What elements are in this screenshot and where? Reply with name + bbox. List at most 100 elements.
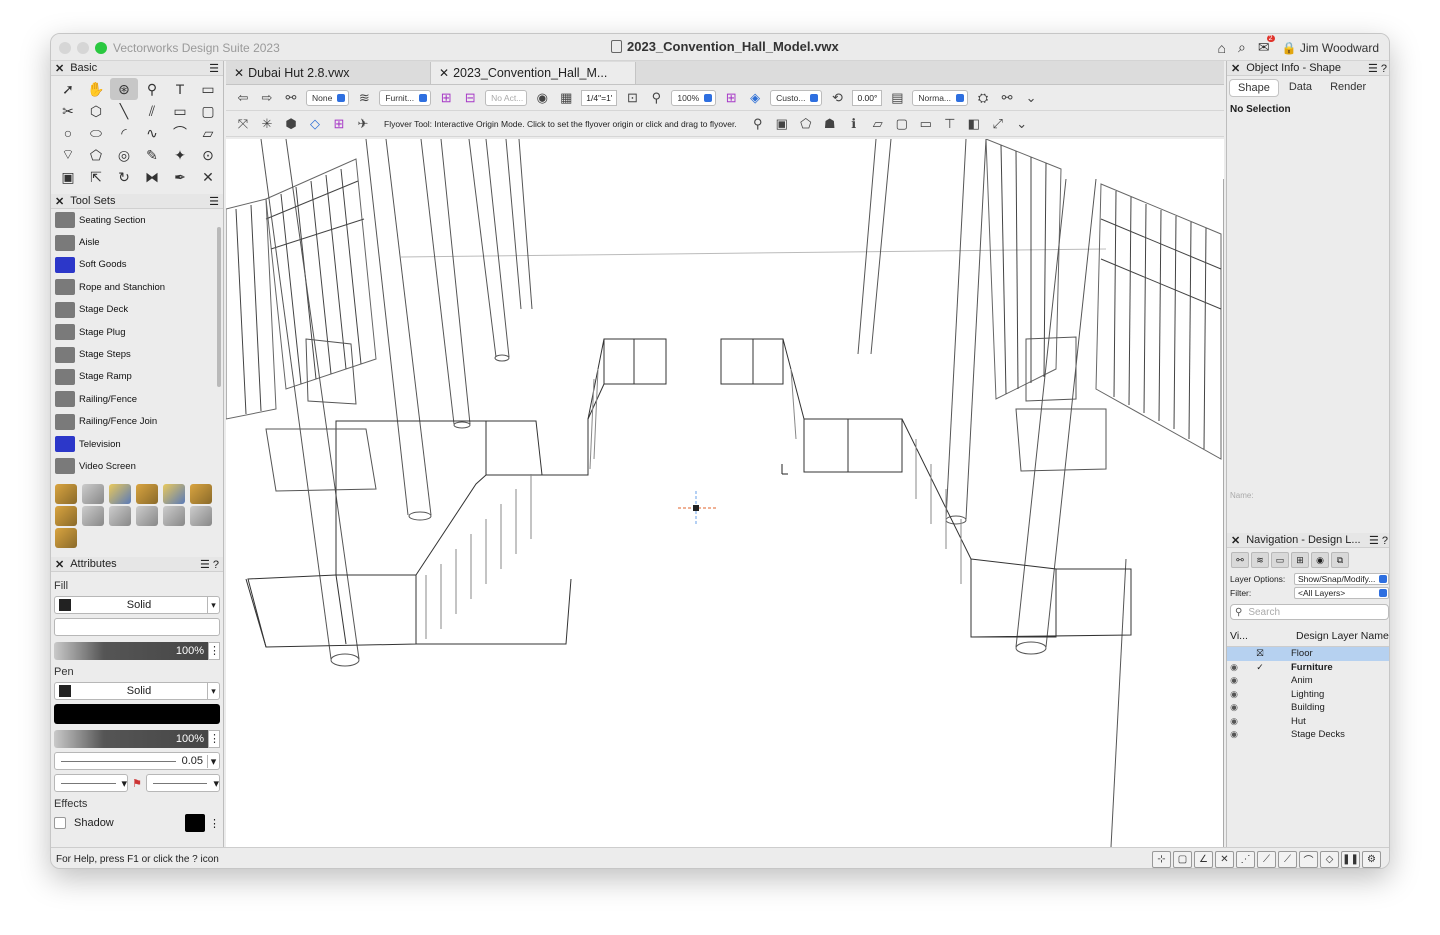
- more-icon[interactable]: ⋮: [208, 730, 220, 748]
- pause-icon[interactable]: ❚❚: [1341, 851, 1360, 868]
- toolset-category-icon[interactable]: [163, 506, 185, 526]
- viewports-icon[interactable]: ⊞: [1291, 552, 1309, 568]
- toolset-item[interactable]: Rope and Stanchion: [51, 276, 223, 298]
- end-marker-select[interactable]: ▾: [145, 774, 220, 792]
- view-select[interactable]: Custo...: [770, 89, 823, 106]
- arc-tool-icon[interactable]: ◜: [110, 122, 138, 144]
- layer-options-select[interactable]: Show/Snap/Modify...: [1294, 573, 1389, 585]
- home-icon[interactable]: ⌂: [1218, 40, 1226, 56]
- flyover-settings-icon[interactable]: ✈: [354, 116, 372, 132]
- shadow-color-swatch[interactable]: [185, 814, 205, 832]
- pen-opacity[interactable]: 100% ⋮: [54, 730, 220, 748]
- binoculars-icon[interactable]: ⚯: [998, 90, 1016, 106]
- back-icon[interactable]: ⇦: [234, 90, 252, 106]
- chevron-down-icon[interactable]: ⌄: [1022, 90, 1040, 106]
- layer-search-input[interactable]: ⚲ Search: [1230, 604, 1389, 620]
- rounded-rectangle-tool-icon[interactable]: ▢: [194, 100, 222, 122]
- close-icon[interactable]: ✕: [55, 62, 64, 75]
- close-icon[interactable]: ✕: [55, 558, 64, 571]
- close-icon[interactable]: ✕: [1231, 62, 1240, 75]
- flyover-tool-icon[interactable]: ⊛: [110, 78, 138, 100]
- toolset-category-icon[interactable]: [136, 506, 158, 526]
- eyedropper-tool-icon[interactable]: ✎: [138, 144, 166, 166]
- double-polyline-tool-icon[interactable]: ⌔: [54, 144, 82, 166]
- search-icon[interactable]: ⌕: [1238, 39, 1246, 56]
- mode-plane-icon[interactable]: ◇: [306, 116, 324, 132]
- line-weight-select[interactable]: 0.05 ▾: [54, 752, 220, 770]
- fill-color-field[interactable]: [54, 618, 220, 636]
- layer-row-building[interactable]: ◉ Building: [1227, 701, 1389, 715]
- snap-edge-icon[interactable]: ⌒: [1299, 851, 1318, 868]
- palette-menu-icon[interactable]: ☰: [209, 62, 219, 75]
- zoom-icon[interactable]: ⚲: [647, 90, 665, 106]
- toolsets-scrollbar[interactable]: [217, 227, 221, 387]
- saved-view-icon[interactable]: ⊞: [437, 90, 455, 106]
- circle-tool-icon[interactable]: ○: [54, 122, 82, 144]
- visibility-column-header[interactable]: Vi...: [1230, 630, 1266, 642]
- toolset-item[interactable]: Stage Deck: [51, 299, 223, 321]
- toolset-category-icon[interactable]: [55, 484, 77, 504]
- rotation-icon[interactable]: ⟲: [828, 90, 846, 106]
- visibility-icon[interactable]: ◉: [533, 90, 551, 106]
- toolset-item[interactable]: Railing/Fence: [51, 388, 223, 410]
- snap-distance-icon[interactable]: ⋰: [1236, 851, 1255, 868]
- frame-icon[interactable]: ▢: [893, 116, 911, 132]
- tab-dubai-hut[interactable]: ✕ Dubai Hut 2.8.vwx: [226, 62, 431, 84]
- palette-menu-icon[interactable]: ☰ ?: [200, 558, 219, 571]
- shape-icon[interactable]: ⬠: [797, 116, 815, 132]
- tab-shape[interactable]: Shape: [1229, 79, 1279, 97]
- toolset-item[interactable]: Soft Goods: [51, 254, 223, 276]
- snap-intersection-icon[interactable]: ✕: [1215, 851, 1234, 868]
- toolset-category-icon[interactable]: [55, 506, 77, 526]
- toolset-category-icon[interactable]: [82, 506, 104, 526]
- reshape-tool-icon[interactable]: ▣: [54, 166, 82, 188]
- move-by-points-icon[interactable]: ⇱: [82, 166, 110, 188]
- class-icon[interactable]: ⚯: [282, 90, 300, 106]
- visibility-tool-icon[interactable]: ✦: [166, 144, 194, 166]
- info-icon[interactable]: ℹ: [845, 116, 863, 132]
- layer-select[interactable]: Furnit...: [379, 89, 432, 106]
- toolset-item[interactable]: Stage Ramp: [51, 366, 223, 388]
- polygon-tool-icon[interactable]: ▱: [194, 122, 222, 144]
- pen-color-field[interactable]: [54, 704, 220, 724]
- toolset-item[interactable]: Stage Steps: [51, 343, 223, 365]
- zoom-select[interactable]: 100%: [671, 89, 717, 106]
- mode-interactive-icon[interactable]: ✳: [258, 116, 276, 132]
- rectangle-icon[interactable]: ▭: [917, 116, 935, 132]
- render-icon[interactable]: ▤: [888, 90, 906, 106]
- double-line-tool-icon[interactable]: ⫽: [138, 100, 166, 122]
- forward-icon[interactable]: ⇨: [258, 90, 276, 106]
- plane-icon[interactable]: ▱: [869, 116, 887, 132]
- toolset-category-icon[interactable]: [190, 484, 212, 504]
- toolset-category-icon[interactable]: [190, 506, 212, 526]
- close-icon[interactable]: ✕: [55, 195, 64, 208]
- toolset-item[interactable]: Railing/Fence Join: [51, 411, 223, 433]
- snap-loupe-icon[interactable]: ⚲: [749, 116, 767, 132]
- filter-select[interactable]: <All Layers>: [1294, 587, 1389, 599]
- settings-gear-icon[interactable]: ⚙: [1362, 851, 1381, 868]
- polyline-tool-icon[interactable]: ⌒: [166, 122, 194, 144]
- action-select[interactable]: No Act...: [485, 89, 528, 106]
- tab-data[interactable]: Data: [1281, 79, 1320, 97]
- eye-icon[interactable]: ◉: [1227, 689, 1241, 700]
- more-icon[interactable]: ⋮: [209, 817, 220, 830]
- snap-object-icon[interactable]: ▢: [1173, 851, 1192, 868]
- regular-polygon-tool-icon[interactable]: ⬠: [82, 144, 110, 166]
- toolset-category-icon[interactable]: [109, 506, 131, 526]
- tab-convention-hall[interactable]: ✕ 2023_Convention_Hall_M...: [431, 62, 636, 84]
- toolset-item[interactable]: Video Screen: [51, 455, 223, 477]
- marquee-icon[interactable]: ▣: [773, 116, 791, 132]
- layer-icon[interactable]: ≋: [355, 90, 373, 106]
- snap-grid-icon[interactable]: ⊹: [1152, 851, 1171, 868]
- light-icon[interactable]: ☗: [821, 116, 839, 132]
- rotate-tool-icon[interactable]: ↻: [110, 166, 138, 188]
- layer-row-furniture[interactable]: ◉ ✓ Furniture: [1227, 661, 1389, 675]
- scale-icon[interactable]: ▦: [557, 90, 575, 106]
- start-marker-select[interactable]: ▾: [54, 774, 129, 792]
- fit-to-objects-icon[interactable]: ⊡: [623, 90, 641, 106]
- scale-field[interactable]: 1/4"=1': [581, 89, 618, 106]
- palette-menu-icon[interactable]: ☰ ?: [1369, 534, 1388, 547]
- zoom-tool-icon[interactable]: ⚲: [138, 78, 166, 100]
- shadow-checkbox[interactable]: [54, 817, 66, 829]
- expand-icon[interactable]: ⤢: [989, 116, 1007, 132]
